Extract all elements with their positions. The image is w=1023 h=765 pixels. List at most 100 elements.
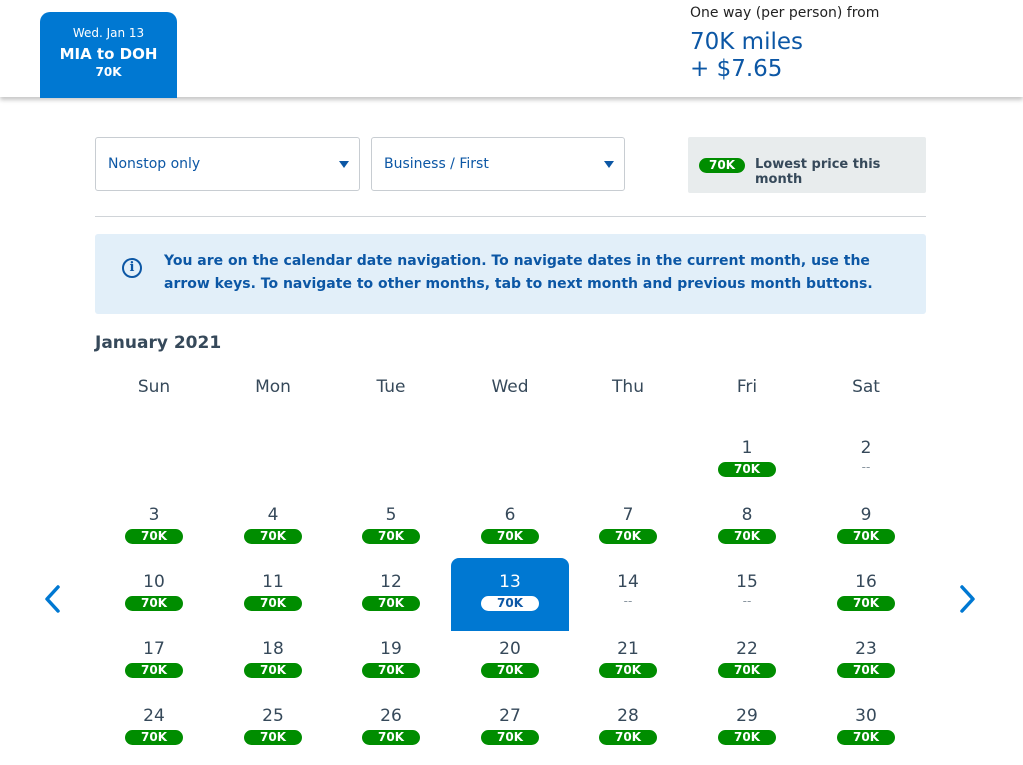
price-badge: 70K xyxy=(125,730,183,745)
weekday-tue: Tue xyxy=(376,377,406,397)
price-badge: 70K xyxy=(837,663,895,678)
price-badge: 70K xyxy=(244,596,302,611)
no-price: -- xyxy=(742,594,752,608)
legend-badge: 70K xyxy=(699,158,745,173)
day-number: 19 xyxy=(380,639,402,659)
calendar-day-7[interactable]: 7 70K xyxy=(569,497,687,564)
price-badge: 70K xyxy=(718,529,776,544)
day-number: 20 xyxy=(499,639,521,659)
weekday-thu: Thu xyxy=(612,377,644,397)
price-badge: 70K xyxy=(599,529,657,544)
price-badge: 70K xyxy=(481,663,539,678)
calendar-day-12[interactable]: 12 70K xyxy=(332,564,450,631)
price-miles: 70K miles xyxy=(690,29,803,55)
price-badge: 70K xyxy=(837,596,895,611)
price-badge: 70K xyxy=(362,663,420,678)
chevron-left-icon xyxy=(45,585,60,613)
calendar-day-17[interactable]: 17 70K xyxy=(95,631,213,698)
price-badge: 70K xyxy=(125,596,183,611)
cabin-select[interactable]: Business / First xyxy=(371,137,625,191)
no-price: -- xyxy=(861,460,871,474)
lowest-price-legend: 70K Lowest price this month xyxy=(688,137,926,193)
price-badge: 70K xyxy=(362,730,420,745)
next-month-button[interactable] xyxy=(955,582,979,616)
day-number: 22 xyxy=(736,639,758,659)
month-title: January 2021 xyxy=(95,333,222,353)
stops-select[interactable]: Nonstop only xyxy=(95,137,360,191)
price-label: One way (per person) from xyxy=(690,5,880,21)
calendar-day-24[interactable]: 24 70K xyxy=(95,698,213,765)
day-number: 6 xyxy=(504,505,516,525)
calendar-day-11[interactable]: 11 70K xyxy=(214,564,332,631)
calendar-day-16[interactable]: 16 70K xyxy=(807,564,925,631)
day-number: 1 xyxy=(741,438,753,458)
divider xyxy=(95,216,926,217)
calendar-day-9[interactable]: 9 70K xyxy=(807,497,925,564)
selected-flight-tab[interactable]: Wed. Jan 13 MIA to DOH 70K xyxy=(40,12,177,98)
calendar-day-8[interactable]: 8 70K xyxy=(688,497,806,564)
price-badge: 70K xyxy=(837,730,895,745)
calendar-day-19[interactable]: 19 70K xyxy=(332,631,450,698)
day-number: 26 xyxy=(380,706,402,726)
info-banner: i You are on the calendar date navigatio… xyxy=(95,234,926,314)
cabin-select-value: Business / First xyxy=(384,156,489,172)
price-badge: 70K xyxy=(125,663,183,678)
calendar-day-14[interactable]: 14 -- xyxy=(569,564,687,631)
calendar-day-15[interactable]: 15 -- xyxy=(688,564,806,631)
calendar-day-1[interactable]: 1 70K xyxy=(688,430,806,497)
calendar-day-23[interactable]: 23 70K xyxy=(807,631,925,698)
info-text: You are on the calendar date navigation.… xyxy=(164,253,873,292)
info-icon: i xyxy=(122,258,142,278)
day-number: 27 xyxy=(499,706,521,726)
day-number: 8 xyxy=(741,505,753,525)
day-number: 30 xyxy=(855,706,877,726)
day-number: 2 xyxy=(860,438,872,458)
tab-date: Wed. Jan 13 xyxy=(72,26,145,40)
calendar-day-21[interactable]: 21 70K xyxy=(569,631,687,698)
no-price: -- xyxy=(623,594,633,608)
calendar-day-6[interactable]: 6 70K xyxy=(451,497,569,564)
day-number: 3 xyxy=(148,505,160,525)
calendar-day-2[interactable]: 2 -- xyxy=(807,430,925,497)
price-badge: 70K xyxy=(718,663,776,678)
calendar-day-25[interactable]: 25 70K xyxy=(214,698,332,765)
price-badge: 70K xyxy=(244,529,302,544)
price-badge: 70K xyxy=(244,730,302,745)
weekday-sat: Sat xyxy=(852,377,880,397)
day-number: 5 xyxy=(385,505,397,525)
calendar-day-10[interactable]: 10 70K xyxy=(95,564,213,631)
tab-route: MIA to DOH xyxy=(59,45,158,63)
prev-month-button[interactable] xyxy=(41,582,65,616)
calendar-day-30[interactable]: 30 70K xyxy=(807,698,925,765)
calendar-day-29[interactable]: 29 70K xyxy=(688,698,806,765)
day-number: 15 xyxy=(736,572,758,592)
calendar-day-4[interactable]: 4 70K xyxy=(214,497,332,564)
day-number: 24 xyxy=(143,706,165,726)
calendar-day-27[interactable]: 27 70K xyxy=(451,698,569,765)
legend-text: Lowest price this month xyxy=(755,157,881,187)
day-number: 13 xyxy=(499,572,521,592)
calendar-day-26[interactable]: 26 70K xyxy=(332,698,450,765)
calendar-day-20[interactable]: 20 70K xyxy=(451,631,569,698)
price-tax: + $7.65 xyxy=(690,56,783,82)
price-badge: 70K xyxy=(599,730,657,745)
calendar-day-13[interactable]: 13 70K xyxy=(451,558,569,631)
chevron-right-icon xyxy=(960,585,975,613)
day-number: 16 xyxy=(855,572,877,592)
price-badge: 70K xyxy=(362,596,420,611)
stops-select-value: Nonstop only xyxy=(108,156,201,172)
calendar-day-3[interactable]: 3 70K xyxy=(95,497,213,564)
calendar-day-5[interactable]: 5 70K xyxy=(332,497,450,564)
price-badge: 70K xyxy=(718,730,776,745)
weekday-fri: Fri xyxy=(736,377,758,397)
tab-miles: 70K xyxy=(95,65,122,79)
day-number: 11 xyxy=(262,572,284,592)
day-number: 23 xyxy=(855,639,877,659)
day-number: 10 xyxy=(143,572,165,592)
weekday-mon: Mon xyxy=(255,377,291,397)
caret-down-icon xyxy=(604,161,614,168)
calendar-day-28[interactable]: 28 70K xyxy=(569,698,687,765)
calendar-day-18[interactable]: 18 70K xyxy=(214,631,332,698)
price-badge: 70K xyxy=(599,663,657,678)
calendar-day-22[interactable]: 22 70K xyxy=(688,631,806,698)
